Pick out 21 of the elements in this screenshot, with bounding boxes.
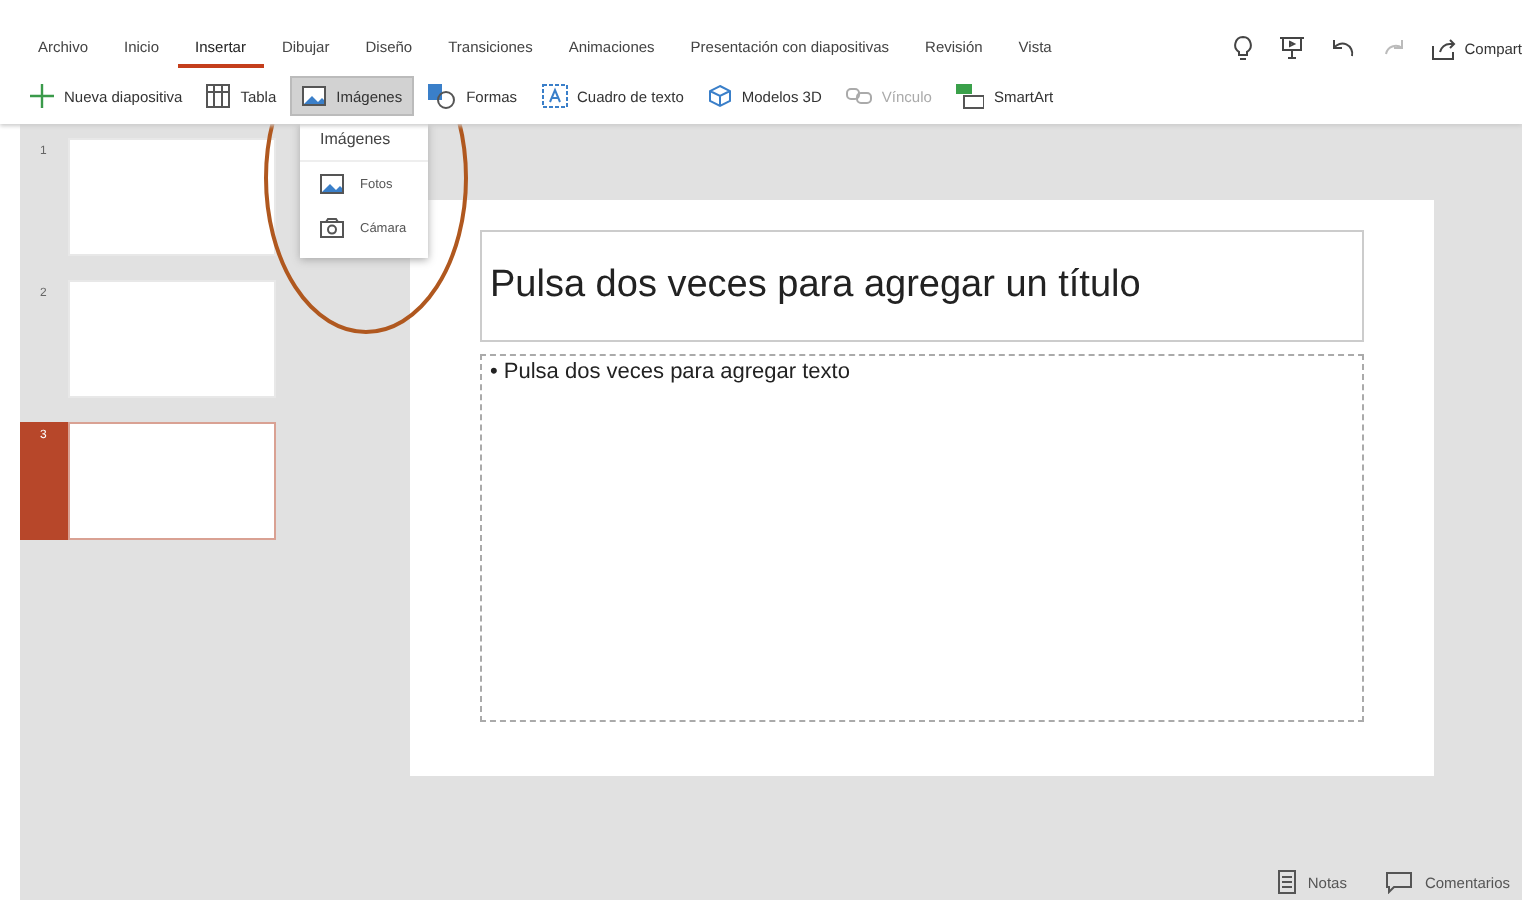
image-icon — [302, 86, 327, 106]
camera-icon — [320, 218, 344, 238]
notes-icon — [1277, 870, 1296, 894]
cube-icon — [707, 84, 732, 108]
redo-icon[interactable] — [1384, 38, 1405, 58]
presenter-icon[interactable] — [1280, 36, 1305, 60]
link-icon — [845, 88, 872, 104]
table-icon — [206, 84, 231, 108]
image-icon — [320, 174, 344, 194]
title-placeholder[interactable]: Pulsa dos veces para agregar un título — [480, 230, 1364, 342]
lightbulb-icon[interactable] — [1234, 36, 1253, 60]
body-placeholder[interactable]: • Pulsa dos veces para agregar texto — [480, 354, 1364, 722]
share-icon — [1432, 37, 1457, 59]
undo-icon[interactable] — [1332, 38, 1357, 58]
slide-thumbnail[interactable] — [68, 422, 276, 540]
menu-header: Imágenes — [300, 120, 428, 162]
shapes-icon — [428, 83, 457, 109]
plus-icon — [30, 84, 54, 108]
comment-icon — [1386, 871, 1413, 893]
smartart-icon — [955, 83, 984, 109]
textbox-icon — [541, 84, 567, 108]
